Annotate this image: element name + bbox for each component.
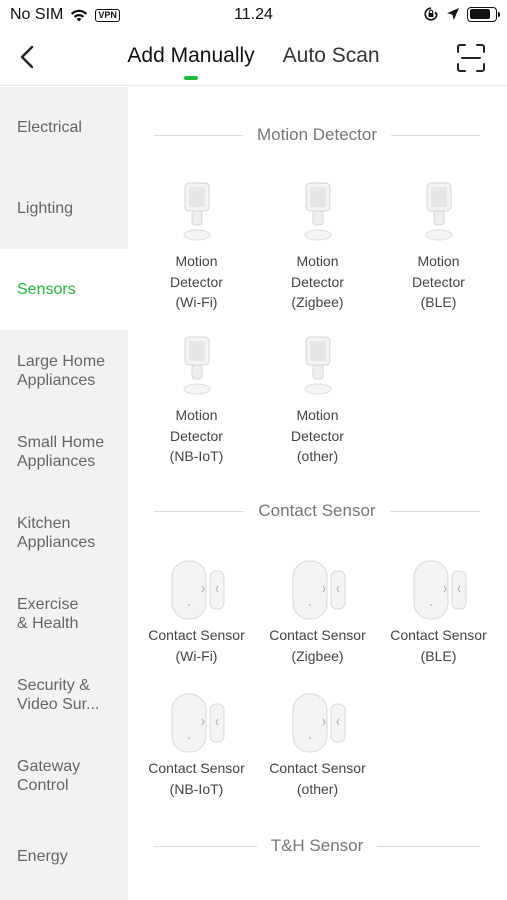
divider <box>154 845 257 847</box>
device-motion-detector-wifi[interactable]: Motion Detector (Wi-Fi) <box>136 181 257 313</box>
sidebar-item-security-video[interactable]: Security & Video Sur... <box>0 654 128 735</box>
contact-sensor-icon <box>171 693 224 753</box>
battery-icon <box>467 6 500 22</box>
motion-detector-icon <box>183 336 210 395</box>
sidebar-item-energy[interactable]: Energy <box>0 816 128 897</box>
orientation-lock-icon <box>424 7 438 21</box>
contact-sensor-icon <box>413 560 466 620</box>
device-name: Contact Sensor (NB-IoT) <box>148 760 245 797</box>
tab-add-manually[interactable]: Add Manually <box>127 44 255 80</box>
section-header-contact-sensor: Contact Sensor <box>154 501 480 521</box>
divider <box>391 134 480 136</box>
device-contact-sensor-other[interactable]: Contact Sensor (other) <box>257 692 378 799</box>
section-title: Contact Sensor <box>258 501 376 520</box>
sidebar-item-exercise-health[interactable]: Exercise & Health <box>0 573 128 654</box>
nav-tabs: Add Manually Auto Scan <box>0 44 507 80</box>
divider <box>154 510 245 512</box>
device-contact-sensor-ble[interactable]: Contact Sensor (BLE) <box>378 559 499 666</box>
sidebar-item-electrical[interactable]: Electrical <box>0 87 128 168</box>
status-right <box>423 6 500 22</box>
device-contact-sensor-nb-iot[interactable]: Contact Sensor (NB-IoT) <box>136 692 257 799</box>
divider <box>377 845 480 847</box>
device-name: Contact Sensor (other) <box>269 760 366 797</box>
device-name: Motion Detector (Zigbee) <box>291 253 344 310</box>
section-title: Motion Detector <box>257 125 377 144</box>
scan-code-icon[interactable] <box>455 42 487 74</box>
sidebar-item-sensors[interactable]: Sensors <box>0 249 128 330</box>
device-motion-detector-ble[interactable]: Motion Detector (BLE) <box>378 181 499 313</box>
device-contact-sensor-wifi[interactable]: Contact Sensor (Wi-Fi) <box>136 559 257 666</box>
sidebar-item-gateway-control[interactable]: Gateway Control <box>0 735 128 816</box>
nav-bar: Add Manually Auto Scan <box>0 32 507 86</box>
device-motion-detector-zigbee[interactable]: Motion Detector (Zigbee) <box>257 181 378 313</box>
device-name: Contact Sensor (Zigbee) <box>269 627 366 664</box>
motion-detector-icon <box>304 182 331 241</box>
device-name: Motion Detector (Wi-Fi) <box>170 253 223 310</box>
divider <box>154 134 243 136</box>
device-contact-sensor-zigbee[interactable]: Contact Sensor (Zigbee) <box>257 559 378 666</box>
sidebar-item-large-home-appliances[interactable]: Large Home Appliances <box>0 330 128 411</box>
device-motion-detector-nb-iot[interactable]: Motion Detector (NB-IoT) <box>136 335 257 467</box>
device-motion-detector-other[interactable]: Motion Detector (other) <box>257 335 378 467</box>
device-name: Motion Detector (NB-IoT) <box>169 407 224 464</box>
device-name: Contact Sensor (Wi-Fi) <box>148 627 245 664</box>
section-header-th-sensor: T&H Sensor <box>154 836 480 856</box>
sidebar-item-kitchen-appliances[interactable]: Kitchen Appliances <box>0 492 128 573</box>
contact-sensor-icon <box>171 560 224 620</box>
status-bar: No SIM VPN 11.24 <box>0 0 507 32</box>
motion-detector-icon <box>304 336 331 395</box>
tab-auto-scan[interactable]: Auto Scan <box>283 44 380 68</box>
device-name: Contact Sensor (BLE) <box>390 627 487 664</box>
location-arrow-icon <box>447 8 459 20</box>
sidebar-item-small-home-appliances[interactable]: Small Home Appliances <box>0 411 128 492</box>
section-title: T&H Sensor <box>270 836 364 855</box>
divider <box>389 510 480 512</box>
category-sidebar: Electrical Lighting Sensors Large Home A… <box>0 87 128 900</box>
device-name: Motion Detector (other) <box>291 407 344 464</box>
motion-detector-icon <box>425 182 452 241</box>
sidebar-item-lighting[interactable]: Lighting <box>0 168 128 249</box>
device-list: Motion Detector Motion Detector (Wi-Fi) … <box>128 87 507 900</box>
motion-detector-icon <box>183 182 210 241</box>
section-header-motion-detector: Motion Detector <box>154 125 480 145</box>
contact-sensor-icon <box>292 560 345 620</box>
device-name: Motion Detector (BLE) <box>412 253 465 310</box>
contact-sensor-icon <box>292 693 345 753</box>
